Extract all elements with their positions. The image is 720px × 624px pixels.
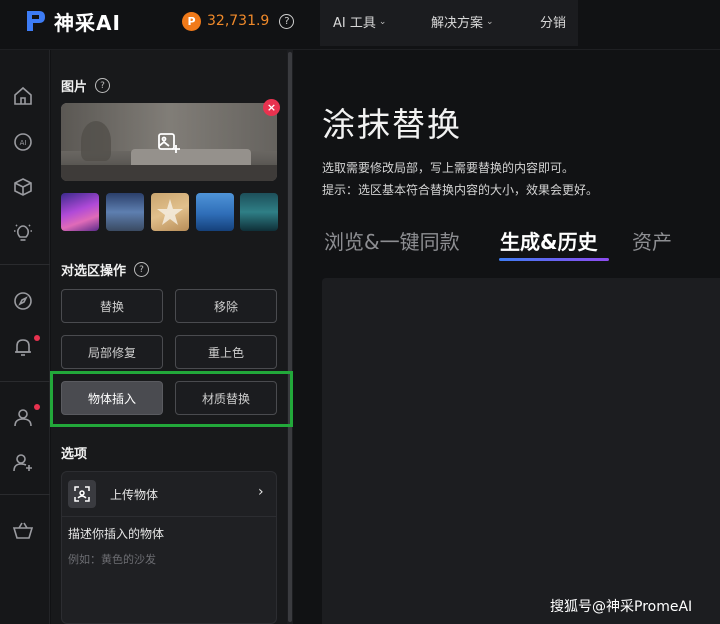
upload-object-label: 上传物体 bbox=[110, 488, 159, 502]
tab-generate-history[interactable]: 生成&历史 bbox=[500, 226, 597, 255]
selection-section-label: 对选区操作 bbox=[61, 264, 127, 279]
brand-name: 神采AI bbox=[54, 10, 121, 35]
watermark: 搜狐号@神采PromeAI bbox=[550, 599, 693, 615]
rail-divider bbox=[0, 494, 50, 495]
nav-distribution[interactable]: 分销 bbox=[540, 12, 566, 31]
result-area bbox=[322, 278, 720, 624]
rail-divider bbox=[0, 381, 50, 382]
chevron-right-icon[interactable]: › bbox=[258, 484, 264, 500]
recolor-button[interactable]: 重上色 bbox=[175, 335, 277, 369]
nav-ai-tools-label: AI 工具 bbox=[333, 16, 376, 31]
notification-dot bbox=[34, 404, 40, 410]
user-icon[interactable] bbox=[12, 406, 34, 428]
replace-button[interactable]: 替换 bbox=[61, 289, 163, 323]
image-section-label: 图片 bbox=[61, 80, 88, 95]
add-image-icon[interactable] bbox=[157, 131, 181, 155]
local-repair-button[interactable]: 局部修复 bbox=[61, 335, 163, 369]
panel-scrollbar-thumb[interactable] bbox=[288, 52, 292, 622]
remove-button[interactable]: 移除 bbox=[175, 289, 277, 323]
cube-icon[interactable] bbox=[12, 176, 34, 198]
page-title: 涂抹替换 bbox=[322, 105, 462, 144]
sample-thumbnail[interactable] bbox=[196, 193, 234, 231]
coin-icon: P bbox=[182, 11, 201, 31]
starfish-icon bbox=[157, 199, 183, 225]
describe-object-input[interactable]: 例如：黄色的沙发 bbox=[68, 551, 156, 567]
sample-thumbnail[interactable] bbox=[240, 193, 278, 231]
brand-logo[interactable]: 神采AI bbox=[24, 7, 121, 35]
home-icon[interactable] bbox=[12, 85, 34, 107]
nav-solutions[interactable]: 解决方案 ⌄ bbox=[431, 12, 494, 31]
lightbulb-icon[interactable] bbox=[12, 222, 34, 244]
nav-distribution-label: 分销 bbox=[540, 16, 567, 31]
tab-browse[interactable]: 浏览&一键同款 bbox=[324, 226, 460, 255]
nav-ai-tools[interactable]: AI 工具 ⌄ bbox=[333, 12, 386, 31]
selection-section-title: 对选区操作 ? bbox=[61, 260, 150, 279]
top-bar: 神采AI P 32,731.9 ? AI 工具 ⌄ 解决方案 ⌄ 分销 bbox=[0, 0, 720, 50]
credit-balance: 32,731.9 bbox=[207, 13, 270, 29]
page-tip: 提示：选区基本符合替换内容的大小，效果会更好。 bbox=[322, 183, 599, 197]
rail-divider bbox=[0, 264, 50, 265]
nav-solutions-label: 解决方案 bbox=[431, 16, 484, 31]
page-description: 选取需要修改局部，写上需要替换的内容即可。 bbox=[322, 161, 575, 175]
options-section-title: 选项 bbox=[61, 443, 87, 462]
help-icon[interactable]: ? bbox=[279, 13, 295, 29]
chevron-down-icon: ⌄ bbox=[378, 16, 387, 27]
image-section-title: 图片 ? bbox=[61, 76, 111, 95]
sample-thumbnail[interactable] bbox=[151, 193, 189, 231]
credits-display[interactable]: P 32,731.9 ? bbox=[182, 11, 295, 31]
user-add-icon[interactable] bbox=[12, 451, 34, 473]
compass-icon[interactable] bbox=[12, 290, 34, 312]
sample-thumbnail[interactable] bbox=[106, 193, 144, 231]
active-tab-indicator bbox=[499, 258, 609, 261]
describe-object-label: 描述你插入的物体 bbox=[68, 527, 165, 541]
basket-icon[interactable] bbox=[12, 520, 34, 542]
sample-thumbnail[interactable] bbox=[61, 193, 99, 231]
bell-icon[interactable] bbox=[12, 336, 34, 358]
highlight-box bbox=[50, 371, 293, 427]
svg-text:AI: AI bbox=[20, 139, 27, 147]
tab-assets[interactable]: 资产 bbox=[632, 226, 672, 255]
left-rail: AI bbox=[0, 50, 50, 624]
options-section-label: 选项 bbox=[61, 447, 88, 462]
help-icon[interactable]: ? bbox=[95, 78, 111, 93]
scan-object-icon bbox=[68, 480, 96, 508]
notification-dot bbox=[34, 335, 40, 341]
brand-logo-icon bbox=[27, 11, 45, 31]
remove-image-button[interactable]: × bbox=[263, 99, 280, 116]
chevron-down-icon: ⌄ bbox=[486, 16, 494, 27]
ai-icon[interactable]: AI bbox=[12, 131, 34, 153]
help-icon[interactable]: ? bbox=[134, 262, 150, 277]
